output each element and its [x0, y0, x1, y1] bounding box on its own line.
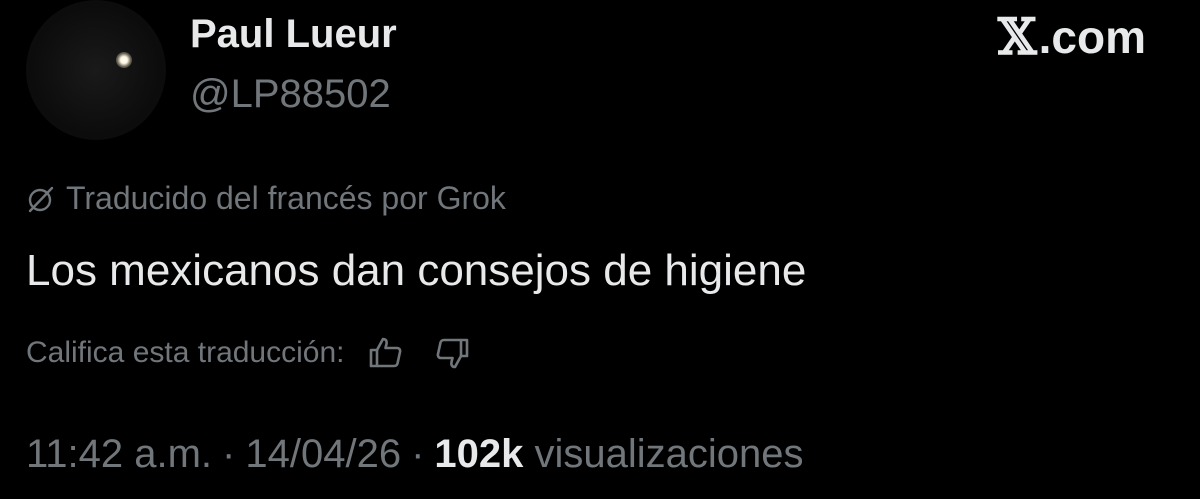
rate-translation-label: Califica esta traducción: [26, 336, 345, 369]
grok-icon [28, 186, 54, 212]
views-label[interactable]: visualizaciones [535, 432, 804, 476]
tweet-time[interactable]: 11:42 a.m. [26, 432, 212, 476]
rate-translation: Califica esta traducción: [26, 334, 471, 372]
translation-note-text: Traducido del francés por Grok [66, 180, 506, 216]
x-com-watermark: 𝕏 .com [998, 12, 1146, 62]
meta-separator: · [222, 432, 236, 476]
tweet-date[interactable]: 14/04/26 [245, 432, 401, 476]
meta-separator: · [411, 432, 425, 476]
thumbs-down-icon[interactable] [433, 334, 471, 372]
x-logo-icon: 𝕏 [997, 7, 1037, 66]
translation-note: Traducido del francés por Grok [26, 180, 506, 217]
views-count[interactable]: 102k [434, 432, 523, 476]
brand-domain: .com [1038, 11, 1146, 63]
author-avatar[interactable] [26, 0, 166, 140]
author-handle[interactable]: @LP88502 [190, 72, 391, 117]
tweet-meta: 11:42 a.m. · 14/04/26 · 102k visualizaciones [26, 432, 804, 477]
tweet-text: Los mexicanos dan consejos de higiene [26, 246, 807, 295]
author-display-name[interactable]: Paul Lueur [190, 12, 397, 57]
star-icon [116, 52, 132, 68]
thumbs-up-icon[interactable] [367, 334, 405, 372]
